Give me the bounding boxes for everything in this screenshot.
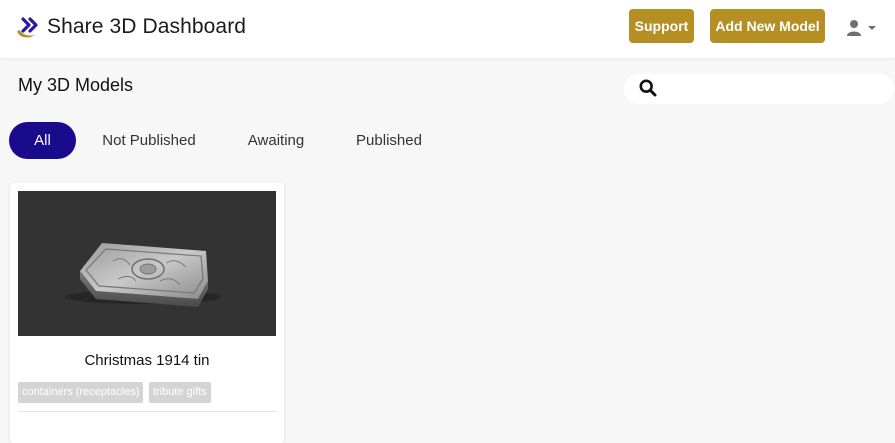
- tab-not-published[interactable]: Not Published: [96, 122, 202, 159]
- model-tag: containers (receptacles): [18, 382, 144, 403]
- search-input[interactable]: [664, 77, 884, 101]
- share3d-logo-icon: [17, 17, 38, 38]
- add-new-model-button[interactable]: Add New Model: [710, 9, 825, 43]
- search-icon[interactable]: [639, 79, 657, 97]
- page-title: My 3D Models: [18, 75, 134, 95]
- card-divider: [18, 411, 276, 412]
- tab-published[interactable]: Published: [350, 122, 428, 159]
- user-menu[interactable]: [845, 16, 881, 40]
- tin-model-image: [65, 243, 221, 307]
- app-title: Share 3D Dashboard: [47, 15, 247, 38]
- model-title: Christmas 1914 tin: [84, 352, 210, 369]
- model-card[interactable]: Christmas 1914 tin containers (receptacl…: [10, 183, 284, 443]
- tab-awaiting[interactable]: Awaiting: [240, 122, 312, 159]
- caret-down-icon: [868, 26, 876, 30]
- tab-all[interactable]: All: [9, 122, 76, 159]
- model-thumbnail[interactable]: [18, 191, 276, 336]
- model-tag: tribute gifts: [149, 382, 211, 403]
- top-header: Share 3D Dashboard Support Add New Model: [0, 0, 895, 58]
- support-button[interactable]: Support: [629, 9, 694, 43]
